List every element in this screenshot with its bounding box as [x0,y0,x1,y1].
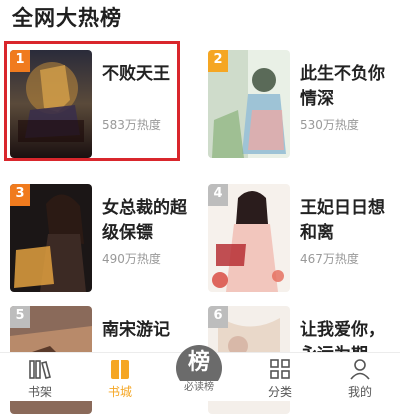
book-card-3[interactable]: 3 女总裁的超级保镖 490万热度 [0,174,190,292]
section-title: 全网大热榜 [12,6,122,30]
book-cover-2[interactable]: 2 [208,50,290,158]
bookshelf-icon [29,360,51,379]
rank-badge-5: 5 [10,306,30,328]
tab-category-label: 分类 [267,385,292,399]
bookstore-icon [111,360,129,379]
rank-badge-6: 6 [208,306,228,328]
book-title-2[interactable]: 此生不负你情深 [300,62,388,112]
rank-badge-3: 3 [10,184,30,206]
must-read-ranking-label[interactable]: 必读榜 [170,381,228,395]
tab-profile-label: 我的 [347,385,372,399]
book-cover-4[interactable]: 4 [208,184,290,292]
book-card-4[interactable]: 4 王妃日日想和离 467万热度 [198,174,388,292]
rank-badge-2: 2 [208,50,228,72]
category-grid-icon [270,359,290,379]
ranking-glyph: 榜 [187,350,210,375]
book-heat-3: 490万热度 [102,252,161,266]
book-heat-2: 530万热度 [300,118,359,132]
tab-profile[interactable]: 我的 [320,353,400,401]
book-title-3[interactable]: 女总裁的超级保镖 [102,196,190,246]
book-heat-4: 467万热度 [300,252,359,266]
tab-bookstore[interactable]: 书城 [80,353,160,401]
book-cover-3[interactable]: 3 [10,184,92,292]
tab-bookshelf[interactable]: 书架 [0,353,80,401]
book-title-1[interactable]: 不败天王 [102,62,190,87]
book-title-5[interactable]: 南宋游记 [102,318,190,343]
tab-category[interactable]: 分类 [240,353,320,401]
rank-badge-4: 4 [208,184,228,206]
book-heat-1: 583万热度 [102,118,161,132]
book-card-2[interactable]: 2 此生不负你情深 530万热度 [198,40,388,158]
rank-badge-1: 1 [10,50,30,72]
book-title-4[interactable]: 王妃日日想和离 [300,196,388,246]
tab-bookshelf-label: 书架 [27,385,52,399]
tab-bookstore-label: 书城 [107,385,132,399]
book-card-1[interactable]: 1 不败天王 583万热度 [0,40,190,158]
profile-icon [350,359,370,380]
book-cover-1[interactable]: 1 [10,50,92,158]
